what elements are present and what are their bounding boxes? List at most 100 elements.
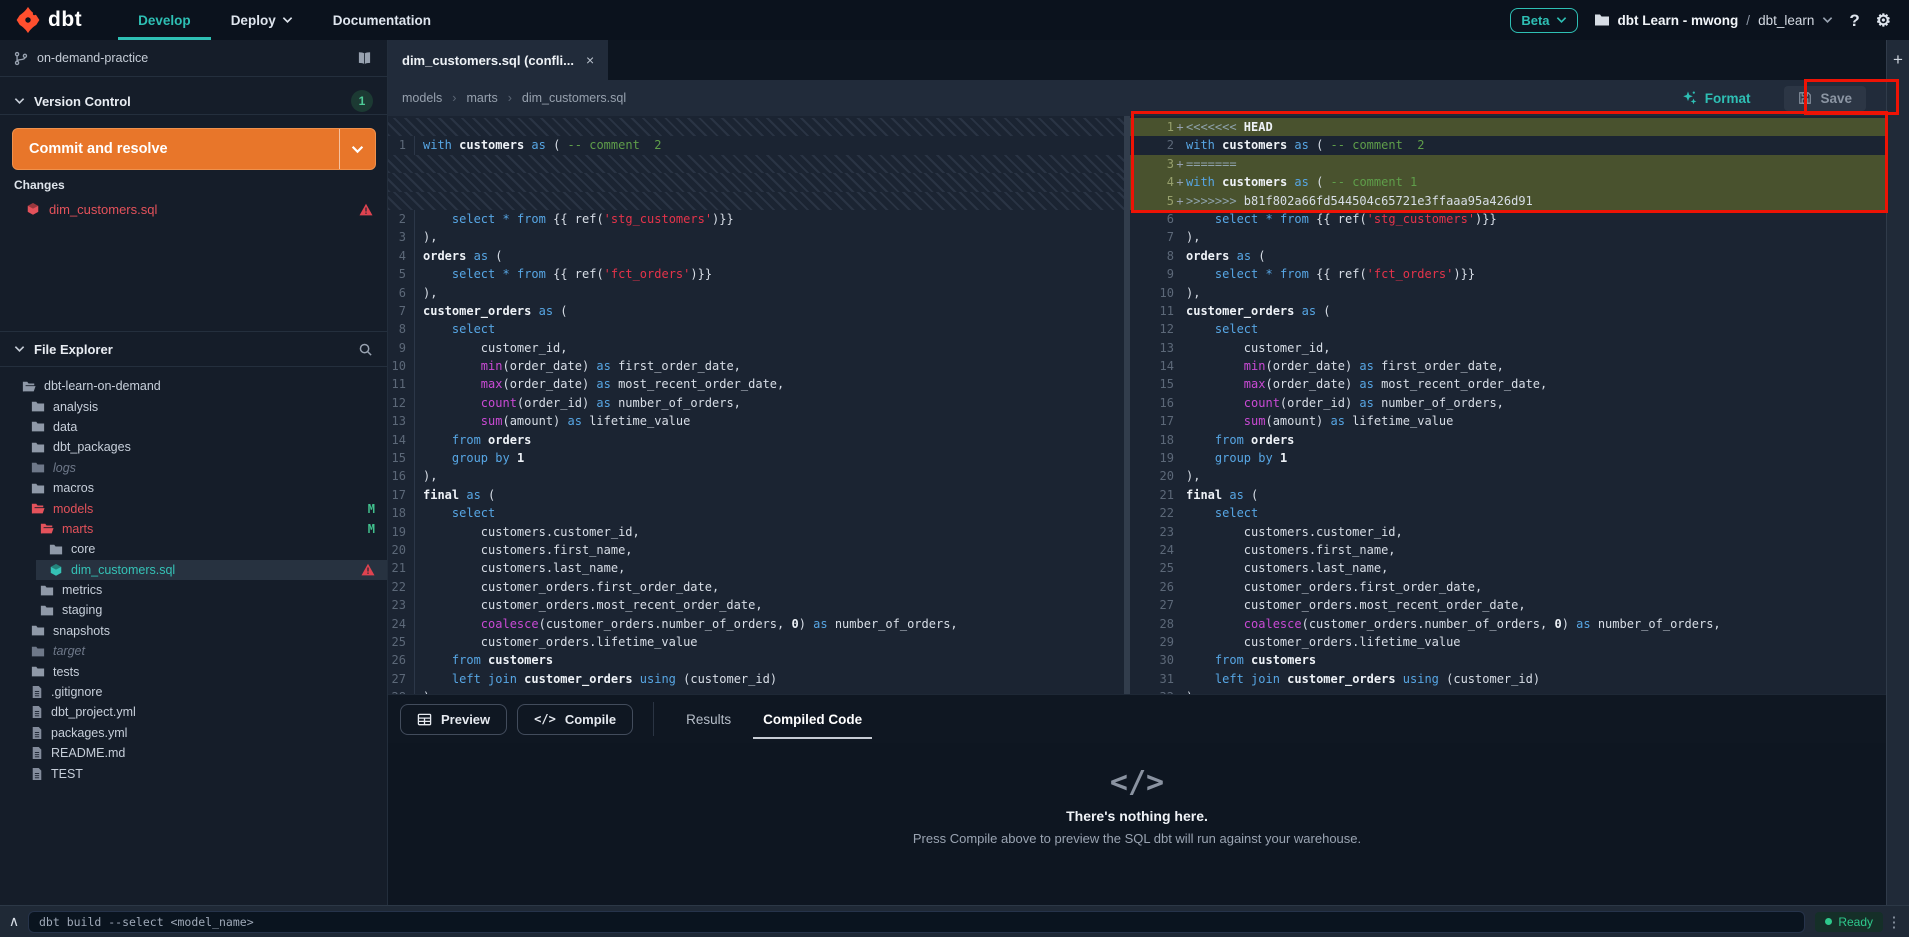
code-line[interactable]: 15 max(order_date) as most_recent_order_… — [1130, 375, 1886, 393]
code-line[interactable]: 27 left join customer_orders using (cust… — [388, 670, 1124, 688]
code-line[interactable]: 20), — [1130, 467, 1886, 485]
code-line[interactable]: 14 from orders — [388, 431, 1124, 449]
code-line[interactable]: 3), — [388, 228, 1124, 246]
tree-item-test[interactable]: TEST — [0, 763, 387, 783]
code-line[interactable]: 10), — [1130, 284, 1886, 302]
command-input[interactable] — [28, 911, 1805, 933]
code-line[interactable]: 14 min(order_date) as first_order_date, — [1130, 357, 1886, 375]
tree-item-snapshots[interactable]: snapshots — [0, 621, 387, 641]
account-project-selector[interactable]: dbt Learn - mwong / dbt_learn — [1594, 13, 1834, 28]
tree-item-models[interactable]: modelsM — [0, 498, 387, 518]
code-line[interactable]: 17 sum(amount) as lifetime_value — [1130, 412, 1886, 430]
code-line[interactable]: 25 customer_orders.lifetime_value — [388, 633, 1124, 651]
editor-pane-conflict[interactable]: 1+<<<<<<< HEAD2with customers as ( -- co… — [1130, 116, 1886, 694]
tab-results[interactable]: Results — [670, 695, 747, 743]
code-line[interactable]: 2with customers as ( -- comment 2 — [1130, 136, 1886, 154]
tree-item-staging[interactable]: staging — [0, 600, 387, 620]
format-button[interactable]: Format — [1682, 90, 1751, 106]
git-branch-row[interactable]: on-demand-practice — [0, 40, 387, 77]
code-line[interactable]: 2 select * from {{ ref('stg_customers')}… — [388, 210, 1124, 228]
nav-item-deploy[interactable]: Deploy — [211, 0, 313, 40]
code-line[interactable]: 4+with customers as ( -- comment 1 — [1130, 173, 1886, 191]
code-line[interactable]: 4orders as ( — [388, 247, 1124, 265]
breadcrumb-item[interactable]: dim_customers.sql — [522, 91, 626, 105]
code-line[interactable]: 29 customer_orders.lifetime_value — [1130, 633, 1886, 651]
code-line[interactable]: 8orders as ( — [1130, 247, 1886, 265]
kebab-menu-icon[interactable]: ⋮ — [1883, 913, 1905, 931]
version-control-header[interactable]: Version Control 1 — [0, 88, 387, 114]
code-line[interactable]: 3+======= — [1130, 155, 1886, 173]
code-line[interactable]: 26 from customers — [388, 651, 1124, 669]
code-line[interactable]: 13 customer_id, — [1130, 339, 1886, 357]
diff-filler-row[interactable] — [388, 173, 1124, 191]
save-button[interactable]: Save — [1784, 86, 1866, 111]
code-line[interactable]: 28 coalesce(customer_orders.number_of_or… — [1130, 615, 1886, 633]
code-line[interactable]: 19 group by 1 — [1130, 449, 1886, 467]
code-line[interactable]: 31 left join customer_orders using (cust… — [1130, 670, 1886, 688]
diff-filler-row[interactable] — [388, 118, 1124, 136]
tree-item-packages-yml[interactable]: packages.yml — [0, 723, 387, 743]
tree-item-dim-customers-sql[interactable]: dim_customers.sql — [0, 560, 387, 580]
tree-item-dbt-packages[interactable]: dbt_packages — [0, 437, 387, 457]
code-line[interactable]: 5 select * from {{ ref('fct_orders')}} — [388, 265, 1124, 283]
tree-item-readme-md[interactable]: README.md — [0, 743, 387, 763]
code-line[interactable]: 10 min(order_date) as first_order_date, — [388, 357, 1124, 375]
code-line[interactable]: 13 sum(amount) as lifetime_value — [388, 412, 1124, 430]
code-line[interactable]: 1with customers as ( -- comment 2 — [388, 136, 1124, 154]
code-line[interactable]: 30 from customers — [1130, 651, 1886, 669]
editor-pane-merged[interactable]: 1with customers as ( -- comment 2 2 selec… — [388, 116, 1124, 694]
tab-compiled-code[interactable]: Compiled Code — [747, 695, 878, 743]
tree-item-metrics[interactable]: metrics — [0, 580, 387, 600]
beta-dropdown[interactable]: Beta — [1510, 8, 1577, 33]
compile-button[interactable]: </> Compile — [517, 704, 633, 735]
code-line[interactable]: 24 coalesce(customer_orders.number_of_or… — [388, 615, 1124, 633]
commit-options-chevron[interactable] — [339, 129, 375, 169]
code-line[interactable]: 25 customers.last_name, — [1130, 559, 1886, 577]
code-line[interactable]: 7customer_orders as ( — [388, 302, 1124, 320]
tree-item--gitignore[interactable]: .gitignore — [0, 682, 387, 702]
tree-item-analysis[interactable]: analysis — [0, 396, 387, 416]
code-line[interactable]: 7), — [1130, 228, 1886, 246]
code-line[interactable]: 8 select — [388, 320, 1124, 338]
breadcrumb-item[interactable]: models — [402, 91, 442, 105]
nav-item-develop[interactable]: Develop — [118, 0, 211, 40]
code-line[interactable]: 22 select — [1130, 504, 1886, 522]
nav-item-documentation[interactable]: Documentation — [313, 0, 451, 40]
code-line[interactable]: 19 customers.customer_id, — [388, 523, 1124, 541]
code-line[interactable]: 9 customer_id, — [388, 339, 1124, 357]
changed-file-row[interactable]: dim_customers.sql — [0, 198, 387, 220]
diff-filler-row[interactable] — [388, 192, 1124, 210]
code-line[interactable]: 16 count(order_id) as number_of_orders, — [1130, 394, 1886, 412]
code-line[interactable]: 12 count(order_id) as number_of_orders, — [388, 394, 1124, 412]
code-line[interactable]: 11customer_orders as ( — [1130, 302, 1886, 320]
tree-item-logs[interactable]: logs — [0, 458, 387, 478]
code-line[interactable]: 6 select * from {{ ref('stg_customers')}… — [1130, 210, 1886, 228]
breadcrumb-item[interactable]: marts — [466, 91, 497, 105]
code-line[interactable]: 21final as ( — [1130, 486, 1886, 504]
tree-item-dbt-learn-on-demand[interactable]: dbt-learn-on-demand — [0, 376, 387, 396]
help-icon[interactable]: ? — [1849, 12, 1859, 29]
close-icon[interactable]: × — [586, 52, 594, 68]
code-line[interactable]: 26 customer_orders.first_order_date, — [1130, 578, 1886, 596]
tree-item-core[interactable]: core — [0, 539, 387, 559]
tree-item-tests[interactable]: tests — [0, 661, 387, 681]
editor-tab-dim-customers[interactable]: dim_customers.sql (confli... × — [388, 40, 608, 80]
tree-item-marts[interactable]: martsM — [0, 519, 387, 539]
file-explorer-header[interactable]: File Explorer — [0, 331, 387, 367]
code-line[interactable]: 11 max(order_date) as most_recent_order_… — [388, 375, 1124, 393]
code-line[interactable]: 18 select — [388, 504, 1124, 522]
commit-and-resolve-button[interactable]: Commit and resolve — [12, 128, 376, 170]
search-icon[interactable] — [358, 342, 373, 357]
diff-filler-row[interactable] — [388, 155, 1124, 173]
code-line[interactable]: 9 select * from {{ ref('fct_orders')}} — [1130, 265, 1886, 283]
code-line[interactable]: 21 customers.last_name, — [388, 559, 1124, 577]
preview-button[interactable]: Preview — [400, 704, 507, 735]
code-editor-split-view[interactable]: 1with customers as ( -- comment 2 2 selec… — [388, 116, 1886, 694]
code-line[interactable]: 23 customer_orders.most_recent_order_dat… — [388, 596, 1124, 614]
code-line[interactable]: 27 customer_orders.most_recent_order_dat… — [1130, 596, 1886, 614]
chevron-up-icon[interactable]: ∧ — [0, 913, 28, 930]
code-line[interactable]: 12 select — [1130, 320, 1886, 338]
code-line[interactable]: 15 group by 1 — [388, 449, 1124, 467]
code-line[interactable]: 5+>>>>>>> b81f802a66fd544504c65721e3ffaa… — [1130, 192, 1886, 210]
code-line[interactable]: 24 customers.first_name, — [1130, 541, 1886, 559]
